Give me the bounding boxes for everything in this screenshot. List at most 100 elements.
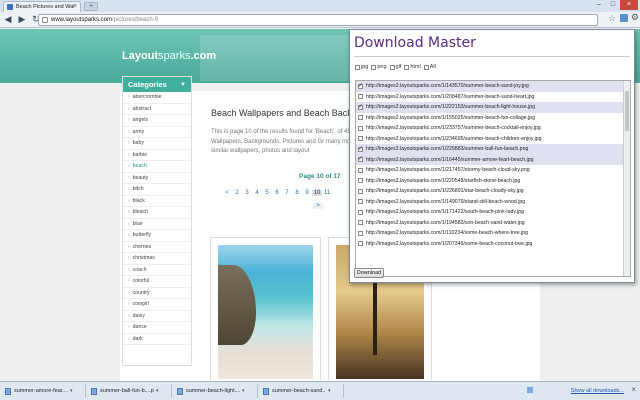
- chevron-down-icon[interactable]: ▾: [242, 388, 245, 394]
- file-row[interactable]: http://images2.layoutsparks.com/1/143570…: [356, 81, 630, 92]
- wallpaper-thumbnail[interactable]: [210, 237, 321, 387]
- scrollbar-thumb[interactable]: [625, 91, 629, 131]
- wrench-menu-icon[interactable]: ⚙: [631, 12, 639, 23]
- file-row[interactable]: http://images2.layoutsparks.com/1/220548…: [356, 176, 630, 187]
- file-row[interactable]: http://images2.layoutsparks.com/1/233757…: [356, 123, 630, 134]
- category-item[interactable]: › barbie: [123, 150, 191, 161]
- category-item[interactable]: › army: [123, 127, 191, 138]
- file-checkbox[interactable]: [358, 241, 363, 247]
- category-item[interactable]: › butterfly: [123, 230, 191, 242]
- pager-link[interactable]: 9: [302, 190, 312, 196]
- file-row[interactable]: http://images2.layoutsparks.com/1/217457…: [356, 165, 630, 176]
- show-all-downloads-link[interactable]: Show all downloads...: [571, 388, 624, 394]
- pager-next-link[interactable]: >: [313, 203, 323, 209]
- file-checkbox[interactable]: [358, 125, 363, 131]
- filter-all[interactable]: All: [423, 64, 436, 70]
- file-checkbox[interactable]: [358, 82, 363, 89]
- filter-png[interactable]: png: [371, 64, 387, 70]
- pager-link[interactable]: 6: [272, 190, 282, 196]
- category-item[interactable]: › angels: [123, 115, 191, 127]
- download-item[interactable]: summer-ball-fun-b....png ▾: [88, 384, 172, 398]
- category-item[interactable]: › bleach: [123, 207, 191, 219]
- back-button[interactable]: ◀: [2, 14, 14, 26]
- pager-link[interactable]: 10: [312, 190, 322, 196]
- pager-link[interactable]: 4: [252, 190, 262, 196]
- category-item[interactable]: › dark: [123, 334, 191, 345]
- filter-checkbox[interactable]: [355, 64, 360, 70]
- pager-link[interactable]: 5: [262, 190, 272, 196]
- pager-link[interactable]: 2: [232, 190, 242, 196]
- pager-link[interactable]: 3: [242, 190, 252, 196]
- filter-checkbox[interactable]: [423, 64, 429, 70]
- chevron-down-icon[interactable]: ▾: [156, 388, 159, 394]
- pager-link[interactable]: 7: [282, 190, 292, 196]
- category-item[interactable]: › dance: [123, 322, 191, 334]
- download-button[interactable]: Download: [354, 268, 384, 278]
- file-checkbox[interactable]: [358, 103, 363, 110]
- category-item[interactable]: › beach: [123, 161, 191, 173]
- filter-checkbox[interactable]: [389, 64, 395, 70]
- file-row[interactable]: http://images2.layoutsparks.com/1/16445/…: [356, 154, 630, 165]
- file-checkbox[interactable]: [358, 188, 363, 194]
- category-item[interactable]: › beauty: [123, 173, 191, 184]
- file-row[interactable]: http://images2.layoutsparks.com/1/207346…: [356, 239, 630, 250]
- site-logo[interactable]: Layoutsparks.com: [122, 50, 216, 62]
- file-row[interactable]: http://images2.layoutsparks.com/1/229883…: [356, 144, 630, 155]
- pager-link[interactable]: <: [222, 190, 232, 196]
- file-row[interactable]: http://images2.layoutsparks.com/1/194583…: [356, 218, 630, 229]
- category-item[interactable]: › country: [123, 288, 191, 299]
- category-item[interactable]: › abstract: [123, 104, 191, 115]
- download-master-extension-icon[interactable]: [620, 14, 628, 22]
- download-item[interactable]: summer-amore-fear....jpg▾: [2, 384, 86, 398]
- file-checkbox[interactable]: [358, 115, 363, 121]
- category-item[interactable]: › colorful: [123, 276, 191, 288]
- file-checkbox[interactable]: [358, 94, 363, 100]
- sidebar-heading[interactable]: Categories ▼: [123, 77, 191, 92]
- file-row[interactable]: http://images2.layoutsparks.com/1/149079…: [356, 197, 630, 208]
- minimize-button[interactable]: –: [592, 0, 606, 10]
- file-checkbox[interactable]: [358, 220, 363, 226]
- pager-link[interactable]: 11: [322, 190, 332, 196]
- file-row[interactable]: http://images2.layoutsparks.com/1/155025…: [356, 113, 630, 124]
- pager-link[interactable]: 8: [292, 190, 302, 196]
- category-item[interactable]: › coach: [123, 265, 191, 276]
- category-item[interactable]: › abercrombie: [123, 92, 191, 104]
- scrollbar[interactable]: [623, 81, 630, 276]
- download-item[interactable]: summer-beach-sand....jpg▾: [260, 384, 344, 398]
- close-shelf-icon[interactable]: ×: [631, 385, 636, 394]
- category-item[interactable]: › blue: [123, 219, 191, 230]
- filter-checkbox[interactable]: [371, 64, 377, 70]
- maximize-button[interactable]: □: [606, 0, 620, 10]
- bookmark-star-icon[interactable]: ☆: [608, 13, 616, 24]
- forward-button[interactable]: ▶: [16, 14, 28, 26]
- file-row[interactable]: http://images2.layoutsparks.com/1/171422…: [356, 207, 630, 218]
- file-row[interactable]: http://images2.layoutsparks.com/1/234695…: [356, 134, 630, 145]
- category-item[interactable]: › black: [123, 196, 191, 207]
- file-checkbox[interactable]: [358, 209, 363, 215]
- close-window-button[interactable]: ×: [620, 0, 638, 10]
- category-item[interactable]: › christmas: [123, 253, 191, 265]
- file-checkbox[interactable]: [358, 230, 363, 236]
- filter-gif[interactable]: gif: [389, 64, 401, 70]
- tab-close-icon[interactable]: ×: [73, 3, 77, 10]
- filter-jpg[interactable]: jpg: [355, 64, 368, 70]
- file-row[interactable]: http://images2.layoutsparks.com/1/110234…: [356, 228, 630, 239]
- file-checkbox[interactable]: [358, 136, 363, 142]
- filter-html[interactable]: html: [404, 64, 421, 70]
- category-item[interactable]: › cherries: [123, 242, 191, 253]
- address-bar[interactable]: www.layoutsparks.com /pictures/beach-9: [38, 14, 598, 26]
- file-checkbox[interactable]: [358, 167, 363, 173]
- filter-checkbox[interactable]: [404, 64, 410, 70]
- chevron-down-icon[interactable]: ▾: [70, 388, 73, 394]
- file-row[interactable]: http://images2.layoutsparks.com/1/208487…: [356, 92, 630, 103]
- download-item[interactable]: summer-beach-light....jpg▾: [174, 384, 258, 398]
- category-item[interactable]: › daisy: [123, 311, 191, 322]
- category-item[interactable]: › baby: [123, 138, 191, 150]
- file-checkbox[interactable]: [358, 155, 363, 163]
- file-checkbox[interactable]: [358, 178, 363, 184]
- file-checkbox[interactable]: [358, 199, 363, 205]
- new-tab-button[interactable]: +: [84, 2, 98, 11]
- file-row[interactable]: http://images2.layoutsparks.com/1/222153…: [356, 102, 630, 113]
- file-row[interactable]: http://images2.layoutsparks.com/1/226891…: [356, 186, 630, 197]
- browser-tab[interactable]: Beach Pictures and Wallpa ×: [3, 1, 81, 12]
